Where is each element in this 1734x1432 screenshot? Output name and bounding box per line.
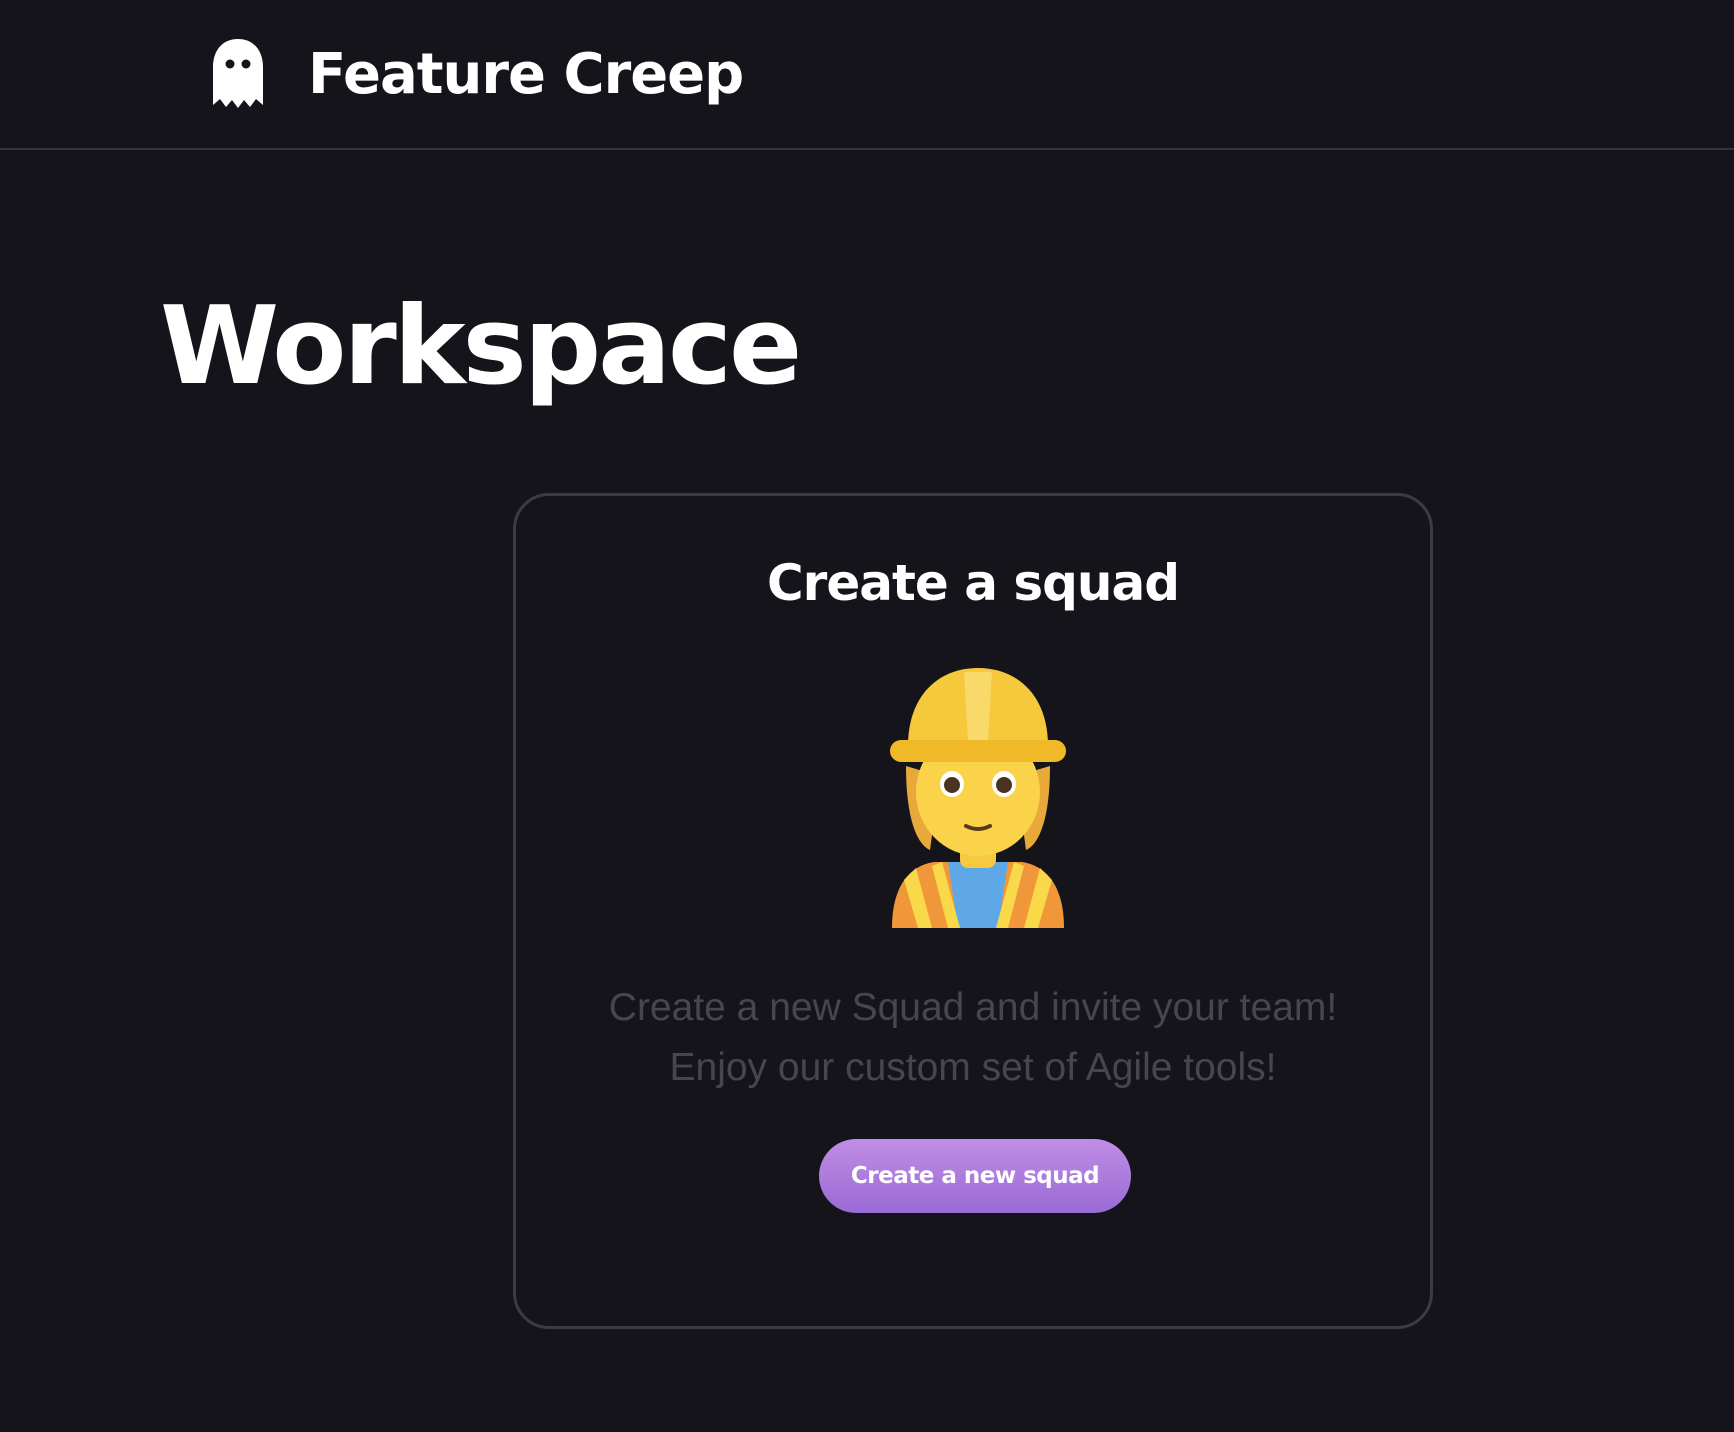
description-line: Create a new Squad and invite your team! (608, 986, 1338, 1029)
card-description: Create a new Squad and invite your team!… (556, 978, 1390, 1098)
ghost-icon (213, 39, 263, 108)
description-line: Enjoy our custom set of Agile tools! (669, 1046, 1277, 1089)
app-name: Feature Creep (308, 41, 744, 107)
create-squad-card: Create a squad Create a new Squad and in… (513, 493, 1433, 1329)
brand-logo-link[interactable]: Feature Creep (210, 36, 744, 112)
top-navigation-bar: Feature Creep (0, 0, 1734, 150)
page-title: Workspace (160, 284, 802, 409)
construction-worker-illustration (890, 668, 1066, 928)
create-new-squad-button[interactable]: Create a new squad (819, 1139, 1131, 1213)
card-title: Create a squad (766, 554, 1180, 612)
